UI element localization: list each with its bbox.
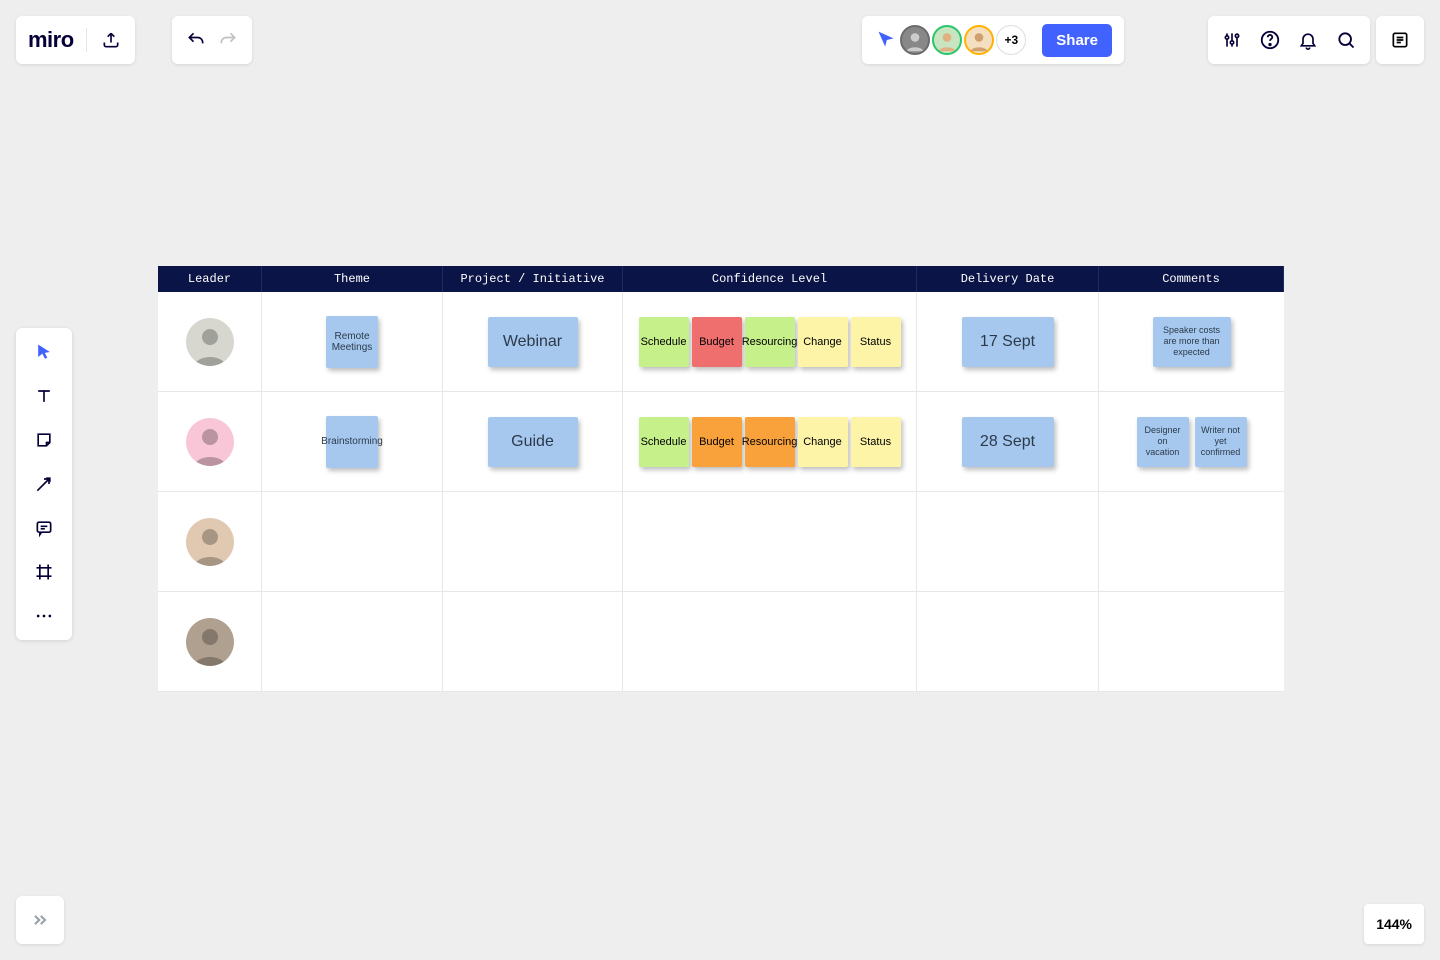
share-button[interactable]: Share	[1042, 24, 1112, 57]
table-row: Remote Meetings Webinar ScheduleBudgetRe…	[158, 292, 1284, 392]
cell-delivery: 28 Sept	[917, 392, 1099, 491]
help-icon[interactable]	[1258, 28, 1282, 52]
header-comments: Comments	[1099, 266, 1284, 292]
top-left-panel: miro	[16, 16, 135, 64]
sticky-note-tool[interactable]	[26, 426, 62, 454]
cell-leader	[158, 592, 262, 691]
header-project: Project / Initiative	[443, 266, 623, 292]
cell-comments	[1099, 592, 1284, 691]
header-theme: Theme	[262, 266, 443, 292]
undo-icon[interactable]	[184, 28, 208, 52]
cell-project	[443, 592, 623, 691]
confidence-note[interactable]: Budget	[692, 417, 742, 467]
cell-delivery	[917, 492, 1099, 591]
theme-note[interactable]: Brainstorming	[326, 416, 378, 468]
actions-panel	[1208, 16, 1370, 64]
cell-theme: Brainstorming	[262, 392, 443, 491]
frame-tool[interactable]	[26, 558, 62, 586]
expand-panel-button[interactable]	[16, 896, 64, 944]
board-table[interactable]: Leader Theme Project / Initiative Confid…	[158, 266, 1284, 692]
undo-redo-panel	[172, 16, 252, 64]
avatar[interactable]	[964, 25, 994, 55]
header-delivery: Delivery Date	[917, 266, 1099, 292]
cell-project: Guide	[443, 392, 623, 491]
cell-leader	[158, 492, 262, 591]
cell-leader	[158, 292, 262, 391]
cell-comments: Designer on vacationWriter not yet confi…	[1099, 392, 1284, 491]
notes-panel-button[interactable]	[1376, 16, 1424, 64]
cell-theme: Remote Meetings	[262, 292, 443, 391]
cell-project: Webinar	[443, 292, 623, 391]
comment-note[interactable]: Speaker costs are more than expected	[1153, 317, 1231, 367]
cell-delivery	[917, 592, 1099, 691]
search-icon[interactable]	[1334, 28, 1358, 52]
confidence-note[interactable]: Resourcing	[745, 417, 795, 467]
table-body: Remote Meetings Webinar ScheduleBudgetRe…	[158, 292, 1284, 692]
arrow-tool[interactable]	[26, 470, 62, 498]
theme-note[interactable]: Remote Meetings	[326, 316, 378, 368]
confidence-note[interactable]: Change	[798, 317, 848, 367]
confidence-note[interactable]: Resourcing	[745, 317, 795, 367]
cell-confidence	[623, 592, 917, 691]
export-icon[interactable]	[99, 28, 123, 52]
cell-project	[443, 492, 623, 591]
table-row: Brainstorming Guide ScheduleBudgetResour…	[158, 392, 1284, 492]
settings-icon[interactable]	[1220, 28, 1244, 52]
leader-avatar[interactable]	[186, 518, 234, 566]
delivery-note[interactable]: 28 Sept	[962, 417, 1054, 467]
confidence-note[interactable]: Change	[798, 417, 848, 467]
more-tools-icon[interactable]	[26, 602, 62, 630]
project-note[interactable]: Webinar	[488, 317, 578, 367]
text-tool[interactable]	[26, 382, 62, 410]
confidence-note[interactable]: Schedule	[639, 317, 689, 367]
cell-theme	[262, 592, 443, 691]
project-note[interactable]: Guide	[488, 417, 578, 467]
cell-delivery: 17 Sept	[917, 292, 1099, 391]
cell-confidence	[623, 492, 917, 591]
cell-comments	[1099, 492, 1284, 591]
header-confidence: Confidence Level	[623, 266, 917, 292]
delivery-note[interactable]: 17 Sept	[962, 317, 1054, 367]
comment-tool[interactable]	[26, 514, 62, 542]
header-leader: Leader	[158, 266, 262, 292]
avatar[interactable]	[932, 25, 962, 55]
select-tool[interactable]	[26, 338, 62, 366]
leader-avatar[interactable]	[186, 618, 234, 666]
table-row	[158, 592, 1284, 692]
table-row	[158, 492, 1284, 592]
comment-note[interactable]: Designer on vacation	[1137, 417, 1189, 467]
collab-panel: +3 Share	[862, 16, 1124, 64]
cell-leader	[158, 392, 262, 491]
leader-avatar[interactable]	[186, 318, 234, 366]
redo-icon[interactable]	[216, 28, 240, 52]
avatar[interactable]	[900, 25, 930, 55]
confidence-note[interactable]: Status	[851, 417, 901, 467]
confidence-note[interactable]: Schedule	[639, 417, 689, 467]
cell-comments: Speaker costs are more than expected	[1099, 292, 1284, 391]
avatar-overflow-badge[interactable]: +3	[996, 25, 1026, 55]
zoom-indicator[interactable]: 144%	[1364, 904, 1424, 944]
confidence-note[interactable]: Status	[851, 317, 901, 367]
leader-avatar[interactable]	[186, 418, 234, 466]
cell-confidence: ScheduleBudgetResourcingChangeStatus	[623, 392, 917, 491]
logo[interactable]: miro	[28, 27, 74, 53]
notifications-icon[interactable]	[1296, 28, 1320, 52]
cell-theme	[262, 492, 443, 591]
cell-confidence: ScheduleBudgetResourcingChangeStatus	[623, 292, 917, 391]
confidence-note[interactable]: Budget	[692, 317, 742, 367]
cursor-follow-icon[interactable]	[874, 28, 898, 52]
tool-rail	[16, 328, 72, 640]
comment-note[interactable]: Writer not yet confirmed	[1195, 417, 1247, 467]
divider	[86, 28, 87, 52]
table-header: Leader Theme Project / Initiative Confid…	[158, 266, 1284, 292]
